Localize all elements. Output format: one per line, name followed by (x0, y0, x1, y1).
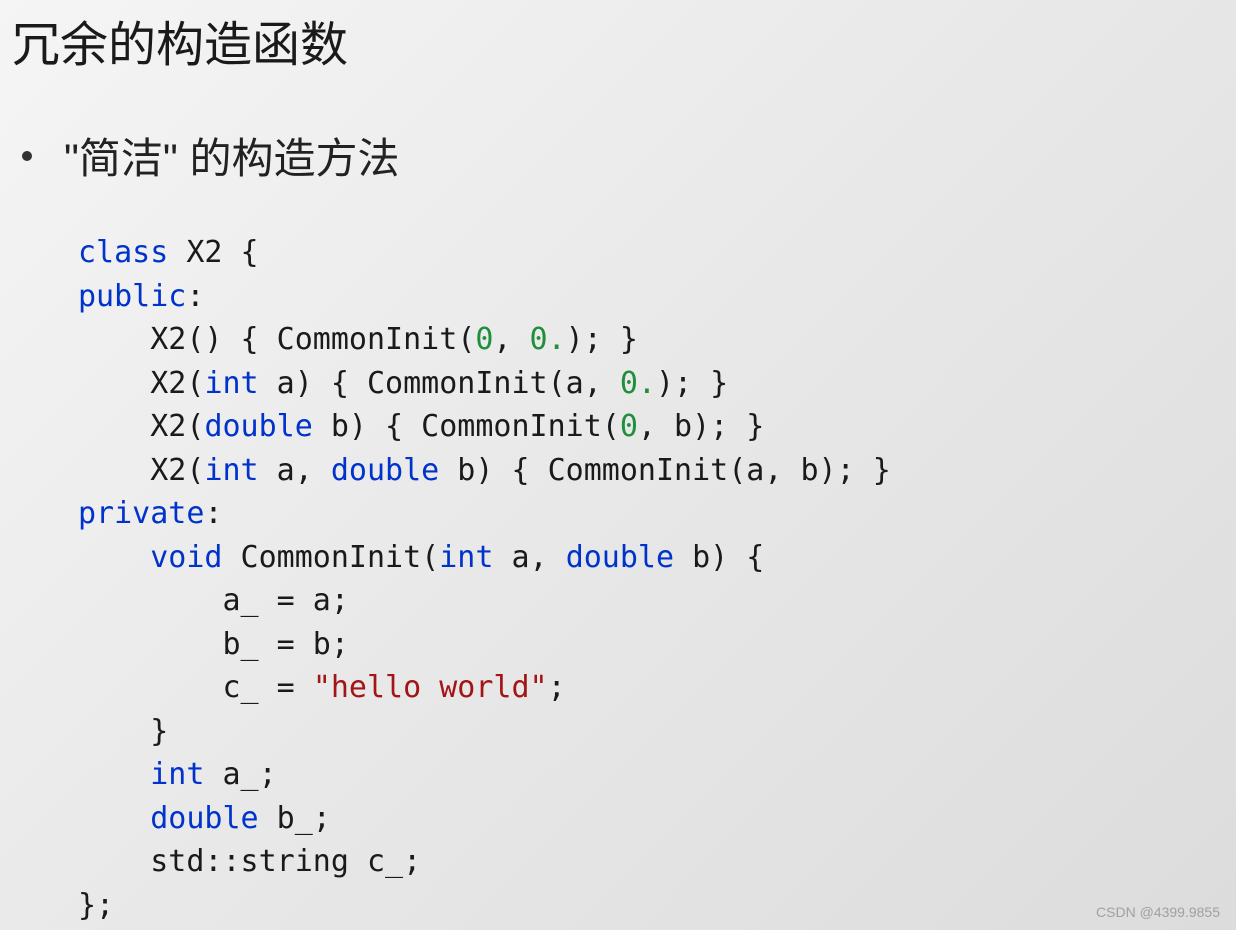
keyword-int: int (204, 366, 258, 401)
number-literal: 0. (620, 366, 656, 401)
code-text: b) { CommonInit( (313, 409, 620, 444)
keyword-double: double (204, 409, 312, 444)
code-text: X2() { CommonInit( (78, 322, 475, 357)
code-text: a_ = a; (78, 583, 349, 618)
code-text: a, (259, 453, 331, 488)
code-text: X2 { (168, 235, 258, 270)
keyword-int: int (439, 540, 493, 575)
code-text (78, 801, 150, 836)
code-text: X2( (78, 453, 204, 488)
code-text (78, 757, 150, 792)
keyword-public: public (78, 279, 186, 314)
code-text: ); } (566, 322, 638, 357)
code-text: b_; (259, 801, 331, 836)
code-text: b_ = b; (78, 627, 349, 662)
keyword-class: class (78, 235, 168, 270)
keyword-void: void (150, 540, 222, 575)
code-text: a, (493, 540, 565, 575)
watermark: CSDN @4399.9855 (1096, 904, 1220, 920)
keyword-private: private (78, 496, 204, 531)
code-text: ); } (656, 366, 728, 401)
keyword-double: double (150, 801, 258, 836)
code-text: }; (78, 888, 114, 923)
bullet-icon (22, 151, 32, 161)
slide-title: 冗余的构造函数 (0, 0, 1236, 75)
bullet-text: "简洁" 的构造方法 (64, 125, 400, 186)
code-text: X2( (78, 409, 204, 444)
bullet-item: "简洁" 的构造方法 (0, 125, 1236, 186)
code-text: , b); } (638, 409, 764, 444)
code-text: X2( (78, 366, 204, 401)
code-text: b) { (674, 540, 764, 575)
keyword-double: double (331, 453, 439, 488)
keyword-int: int (204, 453, 258, 488)
code-text: a_; (204, 757, 276, 792)
code-text: c_ = (78, 670, 313, 705)
code-text: std::string c_; (78, 844, 421, 879)
keyword-double: double (566, 540, 674, 575)
string-literal: "hello world" (313, 670, 548, 705)
code-text: , (493, 322, 529, 357)
code-text: ; (548, 670, 566, 705)
code-text: a) { CommonInit(a, (259, 366, 620, 401)
code-text: : (204, 496, 222, 531)
slide: 冗余的构造函数 "简洁" 的构造方法 class X2 { public: X2… (0, 0, 1236, 930)
code-text: : (186, 279, 204, 314)
keyword-int: int (150, 757, 204, 792)
number-literal: 0. (530, 322, 566, 357)
code-text: b) { CommonInit(a, b); } (439, 453, 891, 488)
number-literal: 0 (620, 409, 638, 444)
code-text: } (78, 714, 168, 749)
code-block: class X2 { public: X2() { CommonInit(0, … (0, 186, 1236, 927)
number-literal: 0 (475, 322, 493, 357)
code-text: CommonInit( (223, 540, 440, 575)
code-text (78, 540, 150, 575)
